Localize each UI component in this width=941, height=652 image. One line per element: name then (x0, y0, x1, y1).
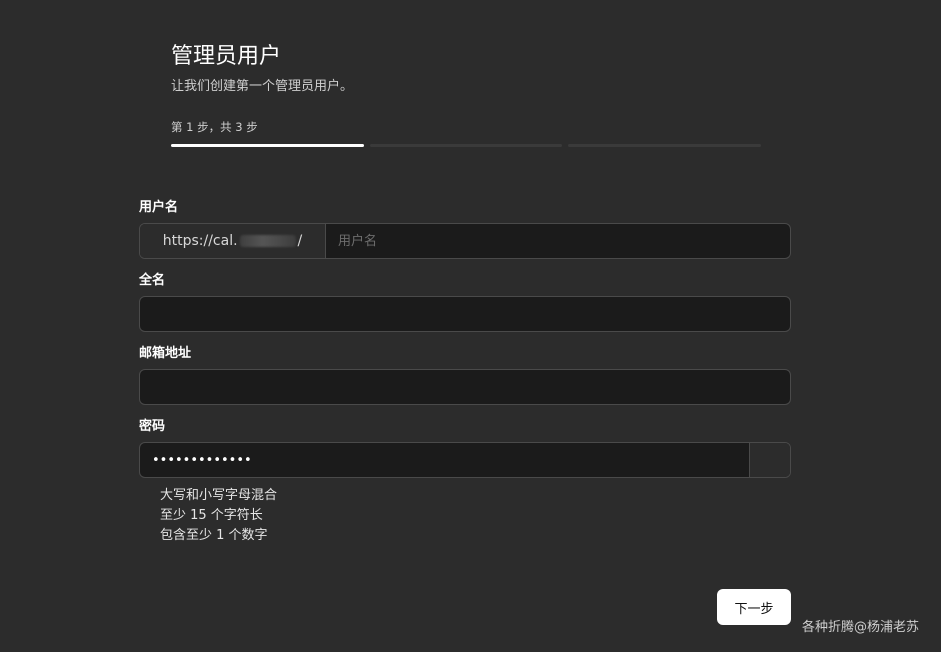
username-label: 用户名 (139, 200, 179, 215)
redacted-domain (239, 235, 296, 247)
admin-setup-page: 管理员用户 让我们创建第一个管理员用户。 第 1 步，共 3 步 用户名 htt… (0, 0, 941, 652)
email-input-wrap (139, 369, 791, 405)
progress-segment-2 (369, 144, 563, 147)
username-url-prefix: https://cal. / (140, 224, 326, 258)
progress-segment-3 (568, 144, 762, 147)
fullname-label: 全名 (139, 273, 166, 288)
password-input[interactable] (140, 443, 749, 477)
next-button[interactable]: 下一步 (717, 589, 791, 625)
page-title: 管理员用户 (171, 44, 282, 69)
username-input[interactable] (326, 224, 790, 258)
url-prefix-end: / (297, 233, 303, 249)
password-rules: 大写和小写字母混合 至少 15 个字符长 包含至少 1 个数字 (160, 486, 791, 546)
page-subtitle: 让我们创建第一个管理员用户。 (171, 79, 354, 94)
progress-segment-1 (171, 144, 364, 147)
step-progress-bar (171, 144, 762, 147)
password-input-wrap (139, 442, 791, 478)
admin-user-form: 用户名 https://cal. / 全名 邮箱地址 密码 (139, 198, 791, 558)
email-label: 邮箱地址 (139, 346, 192, 361)
fullname-field-group: 全名 (139, 271, 791, 332)
email-field-group: 邮箱地址 (139, 344, 791, 405)
step-indicator-text: 第 1 步，共 3 步 (171, 120, 258, 134)
password-rule-1: 大写和小写字母混合 (160, 488, 278, 503)
setup-header: 管理员用户 让我们创建第一个管理员用户。 第 1 步，共 3 步 (171, 42, 762, 147)
password-field-group: 密码 大写和小写字母混合 至少 15 个字符长 包含至少 1 个数字 (139, 417, 791, 546)
password-visibility-toggle[interactable] (749, 443, 790, 477)
fullname-input[interactable] (140, 297, 790, 331)
password-rule-3: 包含至少 1 个数字 (160, 528, 268, 543)
username-input-wrap: https://cal. / (139, 223, 791, 259)
watermark-text: 各种折腾@杨浦老苏 (802, 620, 920, 635)
url-prefix-start: https://cal. (162, 233, 238, 249)
fullname-input-wrap (139, 296, 791, 332)
username-field-group: 用户名 https://cal. / (139, 198, 791, 259)
password-label: 密码 (139, 419, 166, 434)
email-input[interactable] (140, 370, 790, 404)
password-rule-2: 至少 15 个字符长 (160, 508, 263, 523)
